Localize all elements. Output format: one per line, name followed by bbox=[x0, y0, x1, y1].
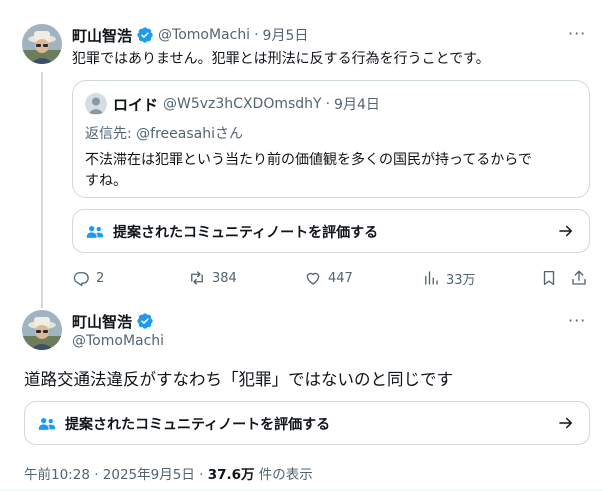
tweet-text: 犯罪ではありません。犯罪とは刑法に反する行為を行うことです。 bbox=[72, 51, 490, 67]
view-count: 37.6万 bbox=[207, 467, 255, 483]
verified-badge-icon bbox=[136, 26, 154, 45]
reply-icon bbox=[73, 272, 89, 287]
handle[interactable]: @TomoMachi bbox=[158, 27, 250, 43]
reply-to-text: 返信先: @freeasahiさん bbox=[85, 126, 243, 142]
tweet-header: 町山智浩 @TomoMachi · 9月5日 bbox=[72, 25, 308, 45]
views-button[interactable]: 33万 bbox=[422, 268, 476, 288]
thread-connector-line bbox=[41, 72, 43, 308]
default-avatar-icon bbox=[88, 97, 104, 114]
quoted-tweet-text-line2: すね。 bbox=[85, 173, 127, 189]
display-name[interactable]: 町山智浩 bbox=[72, 311, 132, 332]
avatar-photo bbox=[22, 310, 62, 350]
heart-icon bbox=[306, 272, 320, 285]
share-icon bbox=[572, 270, 586, 285]
like-count: 447 bbox=[328, 270, 353, 286]
arrow-right-icon bbox=[559, 417, 572, 429]
like-button[interactable]: 447 bbox=[304, 268, 353, 288]
separator-dot: · bbox=[325, 96, 331, 112]
views-bar-icon bbox=[425, 271, 438, 285]
verified-badge-icon bbox=[136, 312, 154, 331]
avatar[interactable] bbox=[22, 310, 62, 350]
views-count: 33万 bbox=[446, 272, 476, 288]
separator-dot: · bbox=[254, 27, 259, 43]
more-options-icon[interactable]: ··· bbox=[568, 311, 586, 330]
community-people-icon bbox=[38, 418, 56, 430]
community-note-button[interactable]: 提案されたコミュニティノートを評価する bbox=[72, 209, 590, 253]
share-button[interactable] bbox=[570, 268, 594, 288]
handle[interactable]: @TomoMachi bbox=[72, 333, 164, 349]
bookmark-button[interactable] bbox=[540, 268, 564, 288]
tweet-text: 道路交通法違反がすなわち「犯罪」ではないのと同じです bbox=[24, 370, 453, 389]
view-count-suffix: 件の表示 bbox=[254, 467, 313, 483]
quoted-display-name: ロイド bbox=[113, 95, 159, 114]
community-note-label: 提案されたコミュニティノートを評価する bbox=[113, 225, 379, 241]
tweet-date[interactable]: 9月5日 bbox=[263, 25, 309, 45]
arrow-right-icon bbox=[559, 225, 572, 237]
reply-count: 2 bbox=[96, 270, 105, 286]
display-name[interactable]: 町山智浩 bbox=[72, 25, 132, 46]
repost-button[interactable]: 384 bbox=[188, 268, 237, 288]
community-note-button[interactable]: 提案されたコミュニティノートを評価する bbox=[24, 401, 590, 445]
repost-icon bbox=[191, 271, 203, 285]
avatar-photo bbox=[22, 24, 62, 64]
quoted-handle: @W5vz3hCXDOmsdhY bbox=[163, 96, 322, 112]
repost-count: 384 bbox=[212, 270, 237, 286]
reply-button[interactable]: 2 bbox=[72, 268, 104, 288]
quoted-tweet-text-line1: 不法滞在は犯罪という当たり前の価値観を多くの国民が持ってるからで bbox=[85, 152, 532, 168]
avatar[interactable] bbox=[22, 24, 62, 64]
quoted-avatar[interactable] bbox=[85, 93, 107, 115]
timestamp[interactable]: 午前10:28 · 2025年9月5日 · bbox=[24, 467, 208, 483]
quoted-date: 9月4日 bbox=[334, 97, 380, 113]
tweet-header: 町山智浩 bbox=[72, 311, 154, 331]
community-note-label: 提案されたコミュニティノートを評価する bbox=[65, 417, 331, 433]
tweet-meta: 午前10:28 · 2025年9月5日 · 37.6万 件の表示 bbox=[24, 463, 313, 483]
community-people-icon bbox=[86, 226, 104, 238]
bookmark-icon bbox=[543, 270, 555, 286]
more-options-icon[interactable]: ··· bbox=[568, 24, 586, 43]
quoted-tweet-card[interactable]: ロイド @W5vz3hCXDOmsdhY · 9月4日 返信先: @freeas… bbox=[72, 80, 590, 198]
quoted-tweet-header: ロイド @W5vz3hCXDOmsdhY · 9月4日 bbox=[113, 94, 380, 114]
